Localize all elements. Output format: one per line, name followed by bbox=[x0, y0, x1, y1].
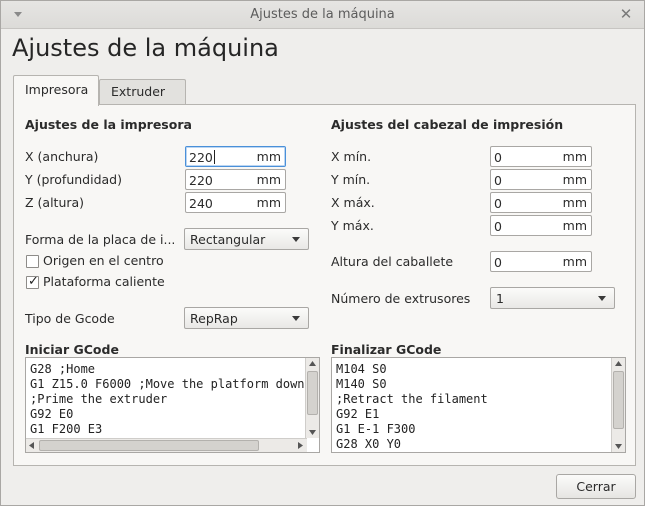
extruder-count-label: Número de extrusores bbox=[331, 291, 471, 306]
y-max-unit: mm bbox=[562, 218, 587, 233]
y-min-value: 0 bbox=[494, 173, 502, 188]
z-height-value: 240 bbox=[189, 196, 213, 211]
start-gcode-line: G92 E0 bbox=[30, 407, 74, 421]
y-depth-value: 220 bbox=[189, 173, 213, 188]
x-width-unit: mm bbox=[256, 149, 281, 164]
end-gcode-text: M104 S0 M140 S0 ;Retract the filament G92 E… bbox=[336, 362, 488, 452]
y-min-field[interactable]: 0 mm bbox=[490, 169, 592, 190]
start-gcode-editor[interactable]: G28 ;Home G1 Z15.0 F6000 ;Move the platfo… bbox=[25, 357, 320, 453]
gantry-height-label: Altura del caballete bbox=[331, 254, 454, 269]
gantry-height-field[interactable]: 0 mm bbox=[490, 251, 592, 272]
x-width-label: X (anchura) bbox=[25, 149, 99, 164]
y-max-field[interactable]: 0 mm bbox=[490, 215, 592, 236]
title-bar: Ajustes de la máquina ✕ bbox=[1, 1, 644, 29]
heated-bed-checkbox[interactable]: ✓ bbox=[26, 274, 39, 289]
gcode-type-value: RepRap bbox=[190, 311, 238, 326]
y-depth-field[interactable]: 220 mm bbox=[185, 169, 286, 190]
page-title: Ajustes de la máquina bbox=[12, 34, 279, 62]
x-max-value: 0 bbox=[494, 196, 502, 211]
tab-printer[interactable]: Impresora bbox=[13, 75, 99, 106]
end-gcode-vscroll-thumb[interactable] bbox=[613, 371, 624, 429]
x-max-label: X máx. bbox=[331, 195, 375, 210]
x-max-field[interactable]: 0 mm bbox=[490, 192, 592, 213]
end-gcode-title: Finalizar GCode bbox=[331, 342, 442, 357]
close-button[interactable]: Cerrar bbox=[556, 474, 636, 499]
end-gcode-editor[interactable]: M104 S0 M140 S0 ;Retract the filament G92 E… bbox=[331, 357, 626, 453]
gcode-type-select[interactable]: RepRap bbox=[184, 307, 309, 329]
window-title: Ajustes de la máquina bbox=[250, 7, 395, 22]
end-gcode-line: G92 E1 bbox=[336, 407, 380, 421]
plate-shape-value: Rectangular bbox=[190, 232, 266, 247]
y-depth-unit: mm bbox=[256, 172, 281, 187]
machine-settings-dialog: Ajustes de la máquina ✕ Ajustes de la má… bbox=[0, 0, 645, 506]
y-max-value: 0 bbox=[494, 219, 502, 234]
z-height-unit: mm bbox=[256, 195, 281, 210]
start-gcode-line: G28 ;Home bbox=[30, 362, 96, 376]
head-settings-title: Ajustes del cabezal de impresión bbox=[331, 117, 564, 132]
check-icon: ✓ bbox=[28, 274, 39, 289]
plate-shape-select[interactable]: Rectangular bbox=[184, 228, 309, 250]
tab-extruder-1[interactable]: Extruder 1 bbox=[99, 79, 186, 123]
chevron-down-icon bbox=[292, 237, 300, 242]
end-gcode-line: G28 X0 Y0 bbox=[336, 437, 402, 451]
start-gcode-line: G1 F200 E3 bbox=[30, 422, 103, 436]
x-max-unit: mm bbox=[562, 195, 587, 210]
end-gcode-line: M104 S0 bbox=[336, 362, 387, 376]
x-min-unit: mm bbox=[562, 149, 587, 164]
origin-center-checkbox[interactable] bbox=[26, 255, 39, 268]
chevron-down-icon bbox=[292, 316, 300, 321]
chevron-down-icon bbox=[598, 296, 606, 301]
x-width-value: 220 bbox=[189, 150, 213, 165]
start-gcode-hscroll-thumb[interactable] bbox=[39, 440, 259, 451]
z-height-label: Z (altura) bbox=[25, 195, 85, 210]
x-min-value: 0 bbox=[494, 150, 502, 165]
start-gcode-vscrollbar[interactable] bbox=[305, 358, 319, 438]
start-gcode-line: ;Prime the extruder bbox=[30, 392, 168, 406]
start-gcode-text: G28 ;Home G1 Z15.0 F6000 ;Move the platfo… bbox=[30, 362, 305, 437]
gantry-height-value: 0 bbox=[494, 255, 502, 270]
plate-shape-label: Forma de la placa de i... bbox=[25, 232, 176, 247]
y-max-label: Y máx. bbox=[331, 218, 374, 233]
x-width-field[interactable]: 220 mm bbox=[185, 146, 286, 167]
start-gcode-hscrollbar[interactable] bbox=[26, 438, 307, 452]
end-gcode-line: ;Retract the filament bbox=[336, 392, 488, 406]
z-height-field[interactable]: 240 mm bbox=[185, 192, 286, 213]
tab-panel: Ajustes de la impresora X (anchura) 220 … bbox=[13, 104, 636, 466]
start-gcode-vscroll-thumb[interactable] bbox=[307, 371, 318, 415]
printer-settings-title: Ajustes de la impresora bbox=[25, 117, 192, 132]
close-icon[interactable]: ✕ bbox=[618, 6, 634, 22]
end-gcode-line: M140 S0 bbox=[336, 377, 387, 391]
extruder-count-value: 1 bbox=[496, 291, 504, 306]
extruder-count-select[interactable]: 1 bbox=[490, 287, 615, 309]
y-min-label: Y mín. bbox=[331, 172, 371, 187]
y-depth-label: Y (profundidad) bbox=[25, 172, 122, 187]
start-gcode-title: Iniciar GCode bbox=[25, 342, 119, 357]
gcode-type-label: Tipo de Gcode bbox=[25, 311, 115, 326]
end-gcode-vscrollbar[interactable] bbox=[611, 358, 625, 452]
y-min-unit: mm bbox=[562, 172, 587, 187]
start-gcode-line: G1 Z15.0 F6000 ;Move the platform down bbox=[30, 377, 305, 391]
end-gcode-line: G1 E-1 F300 bbox=[336, 422, 416, 436]
origin-center-label[interactable]: Origen en el centro bbox=[43, 253, 164, 268]
heated-bed-label[interactable]: Plataforma caliente bbox=[43, 274, 165, 289]
x-min-label: X mín. bbox=[331, 149, 372, 164]
x-min-field[interactable]: 0 mm bbox=[490, 146, 592, 167]
text-caret bbox=[214, 150, 215, 164]
gantry-height-unit: mm bbox=[562, 254, 587, 269]
